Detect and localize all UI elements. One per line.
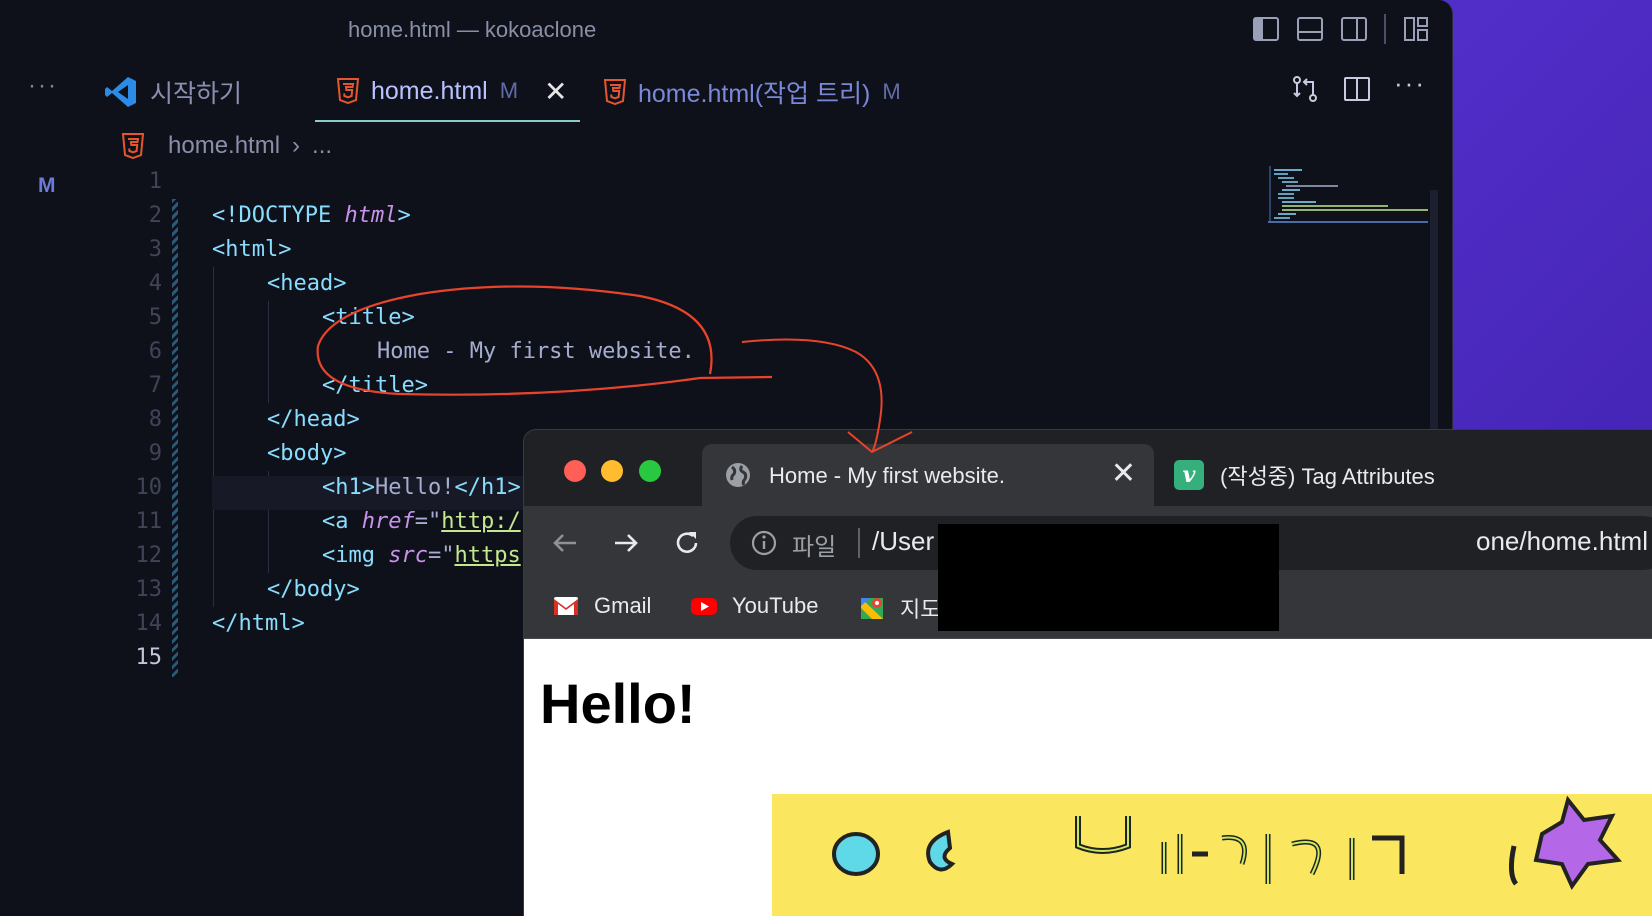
html5-icon (337, 78, 359, 104)
info-icon[interactable] (750, 529, 778, 557)
code-line: <img src="https (322, 543, 521, 568)
code-line: <h1>Hello!</h1> (322, 475, 521, 500)
url-text-end: one/home.html (1476, 526, 1648, 556)
line-number: 6 (148, 339, 162, 364)
maps-icon (861, 598, 883, 619)
page-image[interactable] (772, 794, 1652, 916)
code-line: <body> (267, 441, 347, 466)
close-window-button[interactable] (564, 460, 586, 482)
line-number: 12 (135, 543, 163, 568)
youtube-icon (691, 598, 717, 615)
maximize-window-button[interactable] (639, 460, 661, 482)
page-heading: Hello! (540, 672, 696, 735)
code-line: </head> (267, 407, 360, 432)
html5-icon (604, 79, 626, 105)
gmail-icon (554, 597, 578, 615)
bookmark-label: Gmail (594, 593, 652, 618)
vscode-icon (105, 77, 136, 107)
line-number: 5 (148, 305, 162, 330)
code-line: </html> (212, 611, 305, 636)
bookmark-youtube[interactable]: YouTube (690, 592, 818, 620)
more-icon[interactable]: ··· (1394, 68, 1426, 99)
line-number: 3 (148, 237, 162, 262)
toggle-primary-sidebar-icon[interactable] (1252, 15, 1280, 43)
line-number: 10 (135, 475, 163, 500)
chevron-right-icon: › (292, 132, 301, 159)
browser-tab-active[interactable]: Home - My first website. ✕ (702, 444, 1154, 506)
line-number: 14 (135, 611, 163, 636)
tab-home-html-worktree[interactable]: home.html(작업 트리) M (604, 62, 901, 122)
code-line: </title> (322, 373, 428, 398)
code-line: <head> (267, 271, 347, 296)
separator (858, 528, 860, 558)
line-number: 13 (135, 577, 163, 602)
tab-home-html[interactable]: home.html M ✕ (315, 62, 580, 122)
modified-badge: M (499, 78, 519, 103)
vertical-scrollbar[interactable] (1430, 190, 1438, 430)
open-changes-icon[interactable] (1290, 74, 1320, 104)
tab-title: (작성중) Tag Attributes (1220, 464, 1435, 489)
line-number: 11 (135, 509, 163, 534)
title-bar: home.html — kokoaclone (0, 0, 1452, 62)
more-actions-icon[interactable]: ··· (28, 72, 58, 100)
tab-title: Home - My first website. (769, 463, 1005, 488)
close-tab-icon[interactable]: ✕ (544, 75, 567, 108)
browser-window: Home - My first website. ✕ v (작성중) Tag A… (524, 430, 1652, 916)
close-tab-icon[interactable]: ✕ (1111, 456, 1136, 491)
layout-controls (1252, 14, 1430, 44)
url-text-start: /User (872, 526, 935, 556)
line-number: 7 (148, 373, 162, 398)
bookmark-gmail[interactable]: Gmail (552, 592, 651, 620)
url-scheme-label: 파일 (792, 534, 837, 561)
modified-badge: M (882, 79, 901, 104)
image-artwork (832, 795, 1623, 890)
bookmark-maps[interactable]: 지도 (858, 592, 940, 624)
bookmark-label: 지도 (900, 597, 941, 622)
code-line: <a href="http:/ (322, 509, 521, 534)
html5-icon (122, 133, 144, 159)
globe-icon (726, 463, 750, 487)
tab-label: 시작하기 (150, 80, 243, 108)
line-number: 4 (148, 271, 162, 296)
reload-icon[interactable] (670, 526, 704, 560)
line-number: 1 (148, 169, 162, 194)
breadcrumb-rest[interactable]: ... (312, 132, 332, 160)
tab-label: home.html (371, 76, 488, 105)
code-line: <title> (322, 305, 415, 330)
window-title: home.html — kokoaclone (348, 17, 597, 42)
code-line: <html> (212, 237, 292, 262)
line-number: 2 (148, 203, 162, 228)
line-number: 8 (148, 407, 162, 432)
bookmark-label: YouTube (732, 593, 819, 618)
back-arrow-icon[interactable] (548, 526, 582, 560)
separator (1384, 14, 1386, 44)
toggle-secondary-sidebar-icon[interactable] (1340, 15, 1368, 43)
webpage-content: Hello! (524, 639, 1652, 916)
tab-label: home.html(작업 트리) (638, 80, 871, 108)
redaction-box (938, 524, 1279, 631)
browser-tab[interactable]: v (작성중) Tag Attributes (1174, 444, 1435, 506)
forward-arrow-icon[interactable] (609, 526, 643, 560)
breadcrumb: home.html › ... (122, 130, 332, 162)
line-number: 15 (135, 645, 163, 670)
minimap[interactable] (1268, 166, 1430, 226)
editor-actions: ··· (1290, 68, 1426, 104)
toggle-panel-icon[interactable] (1296, 15, 1324, 43)
minimize-window-button[interactable] (601, 460, 623, 482)
code-line: <!DOCTYPE html> (212, 203, 411, 228)
code-line: </body> (267, 577, 360, 602)
breadcrumb-file[interactable]: home.html (168, 132, 280, 160)
v-icon: v (1174, 460, 1204, 490)
tab-welcome[interactable]: 시작하기 (104, 62, 242, 122)
split-editor-icon[interactable] (1342, 74, 1372, 104)
customize-layout-icon[interactable] (1402, 15, 1430, 43)
code-line: Home - My first website. (377, 339, 695, 364)
line-number: 9 (148, 441, 162, 466)
